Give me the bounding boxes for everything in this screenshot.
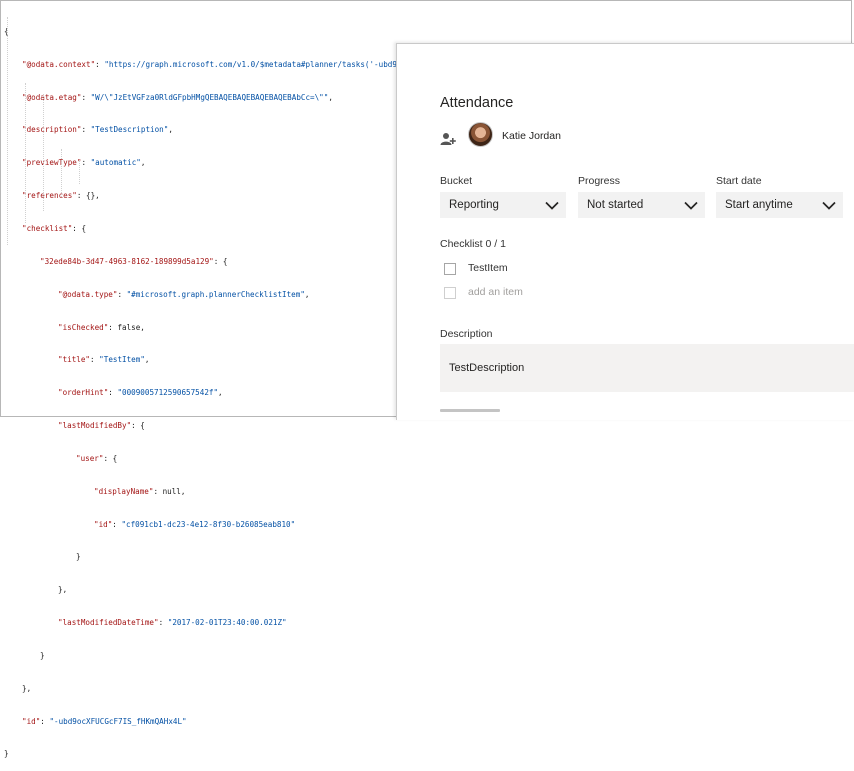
indent-guide xyxy=(7,17,8,245)
json-line: "displayName": null, xyxy=(94,486,186,496)
indent-guide xyxy=(43,94,44,211)
json-line: } xyxy=(40,650,45,660)
chevron-down-icon xyxy=(545,201,559,210)
bucket-value: Reporting xyxy=(449,199,499,211)
chevron-down-icon xyxy=(822,201,836,210)
task-title[interactable]: Attendance xyxy=(440,95,513,111)
description-text: TestDescription xyxy=(449,362,525,374)
bucket-label: Bucket xyxy=(440,175,473,187)
description-field[interactable]: TestDescription xyxy=(440,344,854,392)
json-line: } xyxy=(4,749,9,759)
cut-off-section-label xyxy=(440,409,520,417)
indent-guide xyxy=(25,83,26,223)
json-line: "id": "cf091cb1-dc23-4e12-8f30-b26085eab… xyxy=(94,519,296,529)
add-checklist-item-input[interactable]: add an item xyxy=(468,286,523,298)
json-line: }, xyxy=(58,585,68,595)
assign-person-icon[interactable] xyxy=(440,131,456,147)
checklist-title: Checklist 0 / 1 xyxy=(440,238,506,250)
start-date-label: Start date xyxy=(716,175,762,187)
json-line: "lastModifiedBy": { xyxy=(58,421,145,431)
json-line: { xyxy=(4,26,9,36)
bucket-select[interactable]: Reporting xyxy=(440,192,566,218)
avatar[interactable] xyxy=(468,122,493,147)
task-details-panel: Attendance Katie Jordan Bucket Reporting… xyxy=(396,43,854,420)
start-date-select[interactable]: Start anytime xyxy=(716,192,843,218)
json-line: "user": { xyxy=(76,453,118,463)
progress-value: Not started xyxy=(587,199,644,211)
checklist-item-checkbox[interactable] xyxy=(444,263,456,275)
json-line: }, xyxy=(22,683,32,693)
add-item-checkbox xyxy=(444,287,456,299)
start-date-value: Start anytime xyxy=(725,199,793,211)
progress-label: Progress xyxy=(578,175,621,187)
chevron-down-icon xyxy=(684,201,698,210)
progress-select[interactable]: Not started xyxy=(578,192,705,218)
json-line: "lastModifiedDateTime": "2017-02-01T23:4… xyxy=(58,618,287,628)
json-line: "id": "-ubd9ocXFUCGcF7IS_fHKmQAHx4L" xyxy=(22,716,187,726)
description-label: Description xyxy=(440,328,493,340)
indent-guide xyxy=(79,160,80,184)
checklist-item-label[interactable]: TestItem xyxy=(468,262,508,274)
json-line: } xyxy=(76,552,81,562)
assignee-name: Katie Jordan xyxy=(502,130,561,142)
indent-guide xyxy=(61,149,62,197)
